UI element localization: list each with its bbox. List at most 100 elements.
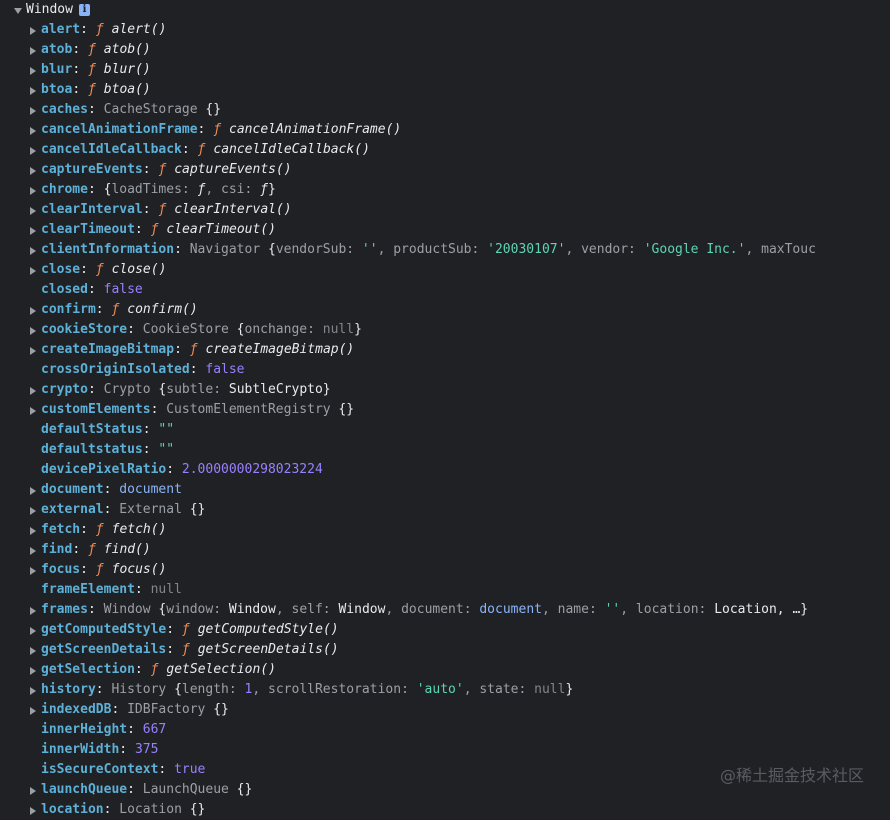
expand-triangle-icon[interactable] (30, 27, 36, 35)
value-obj: loadTimes: (111, 182, 198, 197)
property-row-closed: closed: false (0, 280, 890, 300)
expand-triangle-icon[interactable] (30, 547, 36, 555)
expand-triangle-icon[interactable] (30, 807, 36, 815)
value-obj: , vendor: (565, 242, 644, 257)
value-obj: LaunchQueue (142, 782, 237, 797)
expand-triangle-icon[interactable] (30, 247, 36, 255)
expand-triangle-icon[interactable] (30, 207, 36, 215)
expand-triangle-icon[interactable] (30, 67, 36, 75)
property-row-find[interactable]: find: ƒ find() (0, 540, 890, 560)
property-row-document[interactable]: document: document (0, 480, 890, 500)
expand-triangle-icon[interactable] (30, 147, 36, 155)
value-bool: false (103, 282, 143, 297)
key-separator: : (103, 502, 120, 517)
expand-triangle-icon[interactable] (30, 687, 36, 695)
property-row-blur[interactable]: blur: ƒ blur() (0, 60, 890, 80)
expand-triangle-icon[interactable] (30, 327, 36, 335)
property-row-cookieStore[interactable]: cookieStore: CookieStore {onchange: null… (0, 320, 890, 340)
value-f: ƒ (95, 522, 104, 537)
expand-triangle-icon[interactable] (30, 87, 36, 95)
property-row-clientInformation[interactable]: clientInformation: Navigator {vendorSub:… (0, 240, 890, 260)
property-row-alert[interactable]: alert: ƒ alert() (0, 20, 890, 40)
property-key: blur (41, 62, 73, 77)
value-obj: External (119, 502, 190, 517)
property-row-cancelAnimationFrame[interactable]: cancelAnimationFrame: ƒ cancelAnimationFr… (0, 120, 890, 140)
value-plain: {} (338, 402, 355, 417)
property-row-getSelection[interactable]: getSelection: ƒ getSelection() (0, 660, 890, 680)
value-link[interactable]: document (119, 482, 182, 497)
expand-triangle-icon[interactable] (30, 667, 36, 675)
expand-triangle-icon[interactable] (30, 47, 36, 55)
expand-triangle-icon[interactable] (30, 627, 36, 635)
key-separator: : (166, 462, 182, 477)
key-separator: : (134, 582, 151, 597)
key-separator: : (142, 202, 159, 217)
value-plain: { (268, 242, 276, 257)
property-row-external[interactable]: external: External {} (0, 500, 890, 520)
value-obj: , scrollRestoration: (252, 682, 417, 697)
expand-triangle-icon[interactable] (30, 167, 36, 175)
property-row-btoa[interactable]: btoa: ƒ btoa() (0, 80, 890, 100)
property-row-frames[interactable]: frames: Window {window: Window, self: Wi… (0, 600, 890, 620)
key-separator: : (111, 702, 128, 717)
value-f: ƒ (87, 542, 96, 557)
property-row-close[interactable]: close: ƒ close() (0, 260, 890, 280)
expand-triangle-icon[interactable] (30, 307, 36, 315)
value-str: '' (604, 602, 621, 617)
expand-triangle-icon[interactable] (30, 487, 36, 495)
property-row-clearTimeout[interactable]: clearTimeout: ƒ clearTimeout() (0, 220, 890, 240)
expand-triangle-icon[interactable] (30, 127, 36, 135)
key-separator: : (150, 402, 167, 417)
value-fn: getScreenDetails() (197, 642, 339, 657)
property-row-cancelIdleCallback[interactable]: cancelIdleCallback: ƒ cancelIdleCallback(… (0, 140, 890, 160)
property-row-location[interactable]: location: Location {} (0, 800, 890, 820)
property-row-indexedDB[interactable]: indexedDB: IDBFactory {} (0, 700, 890, 720)
info-icon[interactable]: i (78, 4, 90, 16)
expand-triangle-icon[interactable] (30, 227, 36, 235)
value-fn: focus() (111, 562, 167, 577)
expand-triangle-icon[interactable] (30, 347, 36, 355)
expand-triangle-icon[interactable] (30, 267, 36, 275)
property-row-customElements[interactable]: customElements: CustomElementRegistry {} (0, 400, 890, 420)
property-row-getComputedStyle[interactable]: getComputedStyle: ƒ getComputedStyle() (0, 620, 890, 640)
value-str: '20030107' (487, 242, 566, 257)
property-row-captureEvents[interactable]: captureEvents: ƒ captureEvents() (0, 160, 890, 180)
value-f: ƒ (111, 302, 120, 317)
expand-triangle-icon[interactable] (30, 527, 36, 535)
property-key: history (41, 682, 96, 697)
expand-triangle-icon[interactable] (30, 567, 36, 575)
property-row-caches[interactable]: caches: CacheStorage {} (0, 100, 890, 120)
property-key: cookieStore (41, 322, 128, 337)
value-fn: alert() (111, 22, 167, 37)
value-fn: atob() (103, 42, 151, 57)
property-row-focus[interactable]: focus: ƒ focus() (0, 560, 890, 580)
property-list: alert: ƒ alert() atob: ƒ atob() blur: ƒ blur(… (0, 20, 890, 820)
property-key: getComputedStyle (41, 622, 167, 637)
window-root-row[interactable]: Window i (0, 0, 890, 20)
expand-triangle-icon[interactable] (30, 387, 36, 395)
expand-triangle-icon[interactable] (30, 647, 36, 655)
value-obj: Navigator (189, 242, 268, 257)
property-row-atob[interactable]: atob: ƒ atob() (0, 40, 890, 60)
property-row-getScreenDetails[interactable]: getScreenDetails: ƒ getScreenDetails() (0, 640, 890, 660)
expand-triangle-icon[interactable] (30, 107, 36, 115)
collapse-triangle-icon[interactable] (14, 8, 22, 14)
property-row-history[interactable]: history: History {length: 1, scrollResto… (0, 680, 890, 700)
property-row-chrome[interactable]: chrome: {loadTimes: ƒ, csi: ƒ} (0, 180, 890, 200)
property-row-fetch[interactable]: fetch: ƒ fetch() (0, 520, 890, 540)
expand-triangle-icon[interactable] (30, 407, 36, 415)
property-row-crypto[interactable]: crypto: Crypto {subtle: SubtleCrypto} (0, 380, 890, 400)
property-row-confirm[interactable]: confirm: ƒ confirm() (0, 300, 890, 320)
expand-triangle-icon[interactable] (30, 507, 36, 515)
property-row-clearInterval[interactable]: clearInterval: ƒ clearInterval() (0, 200, 890, 220)
property-key: atob (41, 42, 73, 57)
property-row-createImageBitmap[interactable]: createImageBitmap: ƒ createImageBitmap() (0, 340, 890, 360)
expand-triangle-icon[interactable] (30, 707, 36, 715)
value-plain: SubtleCrypto} (228, 382, 331, 397)
key-separator: : (174, 342, 190, 357)
value-link[interactable]: document (479, 602, 542, 617)
expand-triangle-icon[interactable] (30, 187, 36, 195)
property-row-innerWidth: innerWidth: 375 (0, 740, 890, 760)
expand-triangle-icon[interactable] (30, 787, 36, 795)
expand-triangle-icon[interactable] (30, 607, 36, 615)
